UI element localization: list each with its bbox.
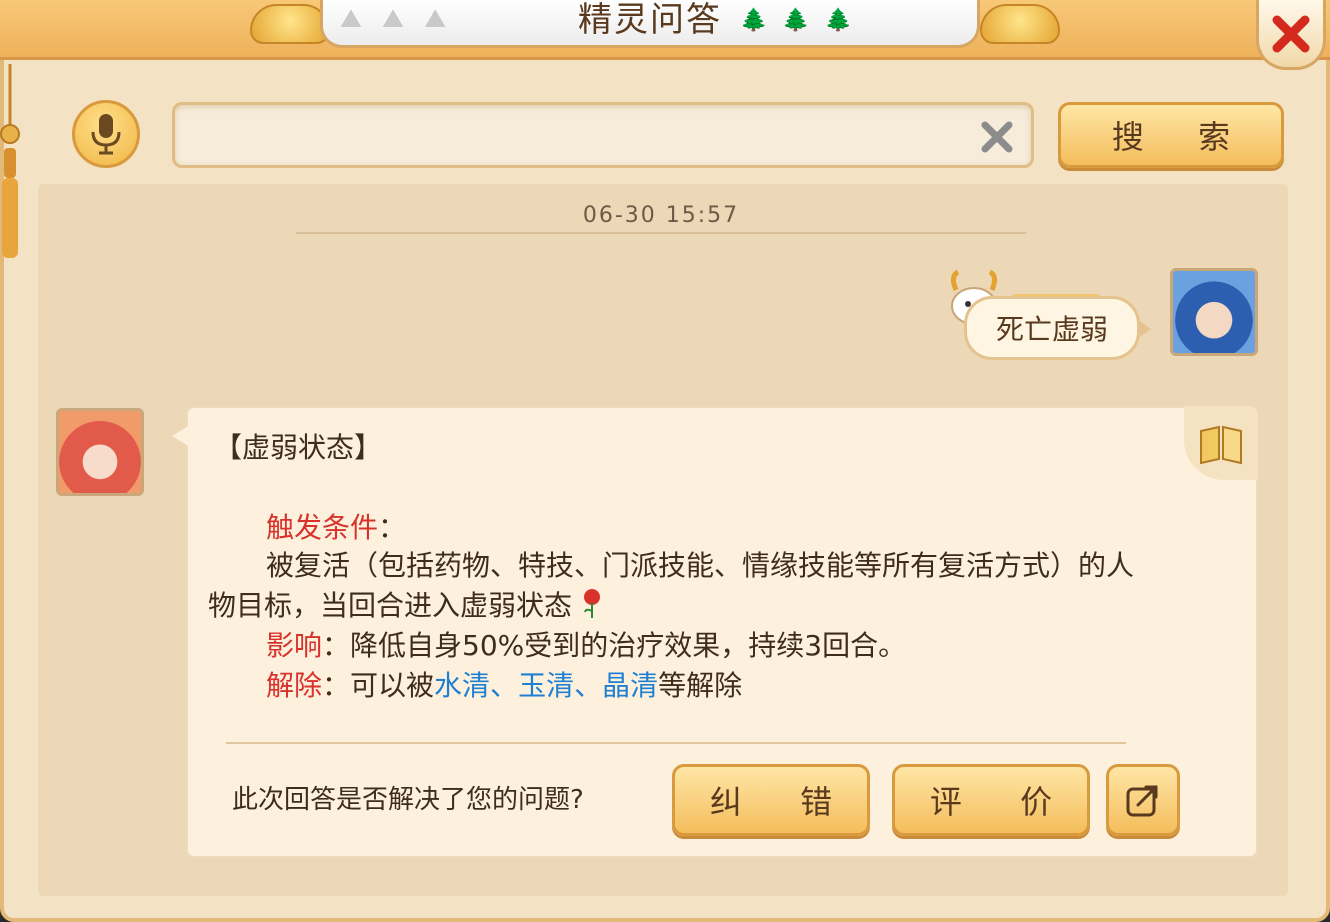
effect-label: 影响 [266, 629, 323, 662]
remove-label: 解除 [266, 669, 323, 702]
answer-heading: 【虚弱状态】 [214, 431, 383, 464]
correct-button[interactable]: 纠 错 [672, 764, 870, 836]
close-icon [1272, 15, 1310, 52]
share-button[interactable] [1106, 764, 1180, 836]
rose-icon [583, 589, 600, 618]
timestamp-divider [296, 232, 1026, 234]
feedback-divider [226, 742, 1126, 744]
remove-prefix: ：可以被 [322, 669, 435, 702]
effect-line: 影响：降低自身50%受到的治疗效果，持续3回合。 [266, 626, 906, 666]
share-icon [1126, 785, 1158, 817]
trigger-colon: ： [378, 511, 407, 544]
title-ornament-left [250, 4, 330, 44]
trigger-line: 触发条件： [266, 508, 406, 548]
trigger-text-line-2: 物目标，当回合进入虚弱状态 [208, 586, 603, 626]
trigger-text-2: 物目标，当回合进入虚弱状态 [208, 589, 573, 622]
feedback-question: 此次回答是否解决了您的问题? [232, 785, 584, 815]
window-title: 精灵问答 [578, 0, 722, 40]
user-message-bubble: 死亡虚弱 [964, 296, 1151, 360]
rate-button[interactable]: 评 价 [892, 764, 1090, 836]
search-box [172, 102, 1034, 168]
link-separator: 、 [574, 669, 603, 702]
user-avatar [1170, 268, 1258, 356]
title-ornament-right [980, 4, 1060, 44]
assistant-avatar [56, 408, 144, 496]
search-input[interactable] [189, 115, 969, 155]
trigger-label: 触发条件 [266, 511, 379, 544]
microphone-button[interactable] [72, 100, 140, 168]
clear-icon[interactable] [979, 119, 1015, 155]
remove-line: 解除：可以被水清、玉清、晶清等解除 [266, 666, 742, 706]
trigger-text-line-1: 被复活（包括药物、特技、门派技能、情缘技能等所有复活方式）的人 [266, 549, 1135, 582]
link-separator: 、 [490, 669, 519, 702]
link-jingqing[interactable]: 晶清 [602, 669, 658, 702]
remove-suffix: 等解除 [658, 669, 743, 702]
search-button[interactable]: 搜 索 [1058, 102, 1284, 168]
close-button[interactable] [1256, 0, 1326, 70]
microphone-icon [91, 114, 121, 155]
effect-text: ：降低自身50%受到的治疗效果，持续3回合。 [322, 629, 907, 662]
tassel-decoration [0, 64, 20, 258]
link-shuiqing[interactable]: 水清 [434, 669, 490, 702]
message-timestamp: 06-30 15:57 [582, 203, 740, 226]
link-yuqing[interactable]: 玉清 [518, 669, 574, 702]
